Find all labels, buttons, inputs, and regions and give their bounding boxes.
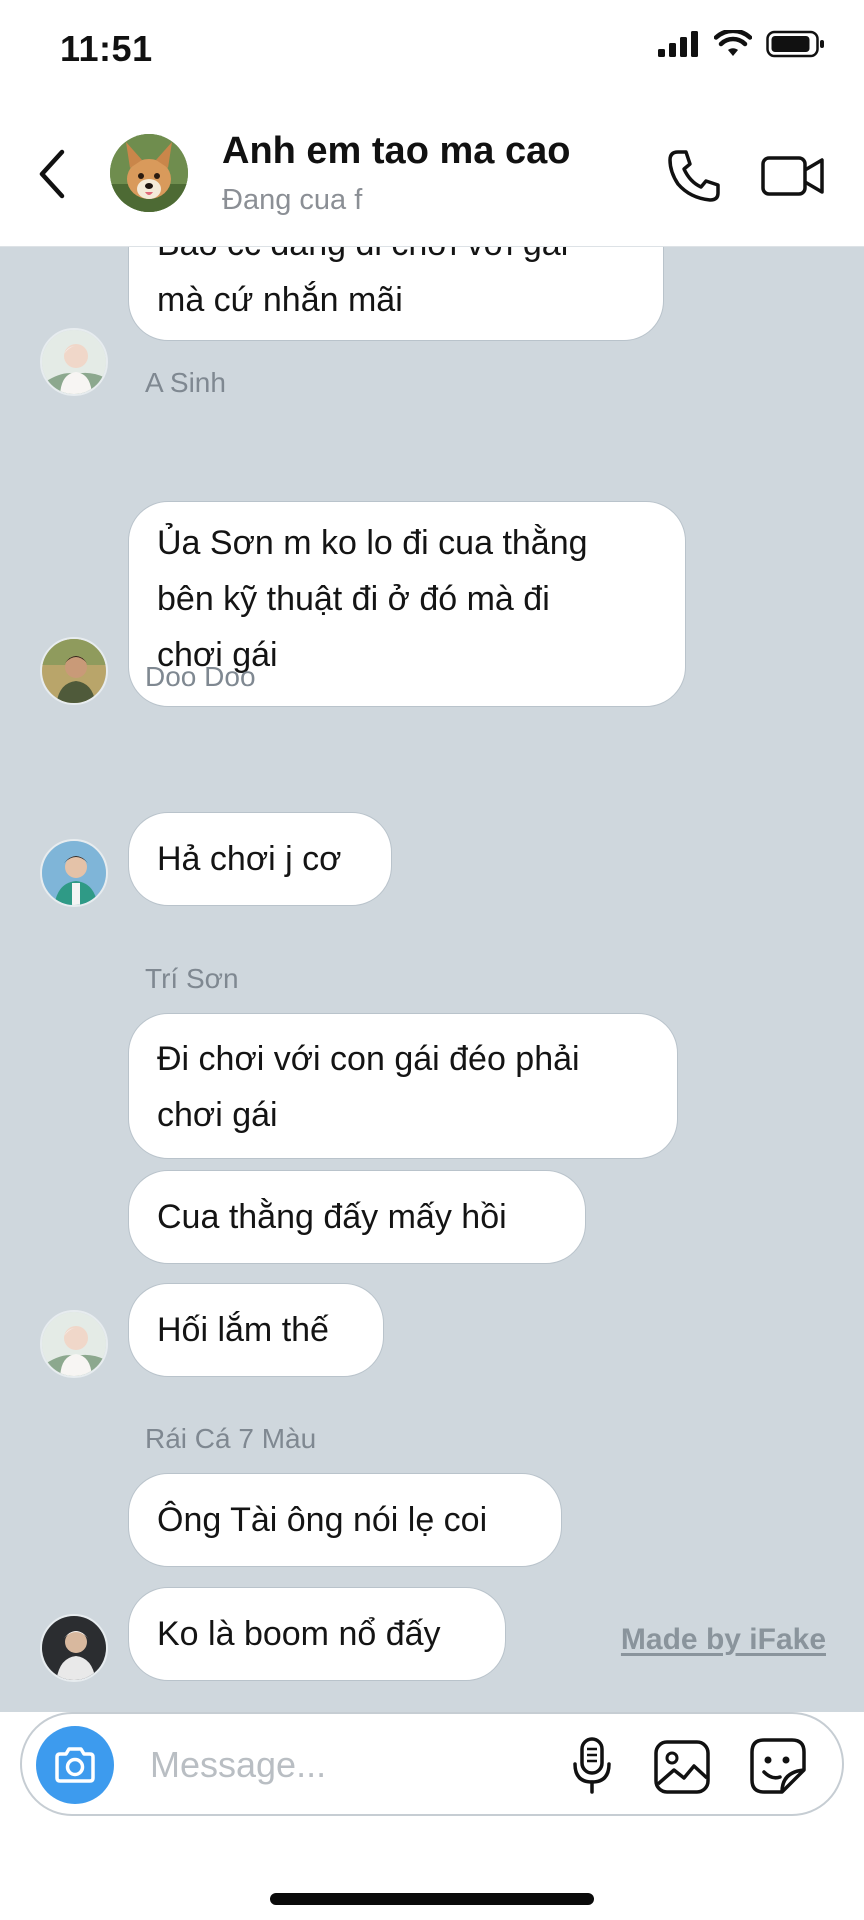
sender-name: Trí Sơn bbox=[145, 963, 239, 994]
sender-name: Doo Doo bbox=[145, 661, 256, 692]
typing-status: Đang cua f bbox=[222, 184, 363, 216]
sender-name: A Sinh bbox=[145, 367, 226, 398]
chat-title: Anh em tao ma cao bbox=[222, 130, 571, 172]
avatar-photo bbox=[42, 1616, 106, 1680]
avatar-photo bbox=[42, 1312, 106, 1376]
message-bubble[interactable]: Hối lắm thế bbox=[128, 1283, 384, 1377]
avatar-photo bbox=[42, 639, 106, 703]
message-text: mà cứ nhắn mãi bbox=[157, 281, 403, 319]
video-call-button[interactable] bbox=[760, 148, 826, 204]
camera-button[interactable] bbox=[36, 1726, 114, 1804]
message-list[interactable]: Báo cc đang đi chơi với gái mà cứ nhắn m… bbox=[0, 247, 864, 1712]
message-text: Ông Tài ông nói lẹ coi bbox=[157, 1501, 488, 1539]
status-icons bbox=[658, 30, 826, 58]
composer-area bbox=[0, 1712, 864, 1920]
message-text: chơi gái bbox=[157, 1096, 278, 1134]
message-text: Báo cc đang đi chơi với gái bbox=[157, 247, 635, 272]
message-bubble[interactable]: Ông Tài ông nói lẹ coi bbox=[128, 1473, 562, 1567]
status-time: 11:51 bbox=[60, 28, 153, 69]
corgi-photo bbox=[110, 134, 188, 212]
message-text: bên kỹ thuật đi ở đó mà đi bbox=[157, 580, 550, 618]
cellular-signal-icon bbox=[658, 31, 698, 57]
sender-name: Rái Cá 7 Màu bbox=[145, 1423, 317, 1454]
message-text: Hối lắm thế bbox=[157, 1311, 329, 1349]
group-avatar[interactable] bbox=[110, 134, 188, 212]
avatar-photo bbox=[42, 330, 106, 394]
wifi-icon bbox=[714, 30, 752, 56]
microphone-button[interactable] bbox=[568, 1736, 616, 1796]
photo-library-button[interactable] bbox=[652, 1736, 712, 1796]
home-indicator bbox=[270, 1893, 594, 1905]
chat-header: Anh em tao ma cao Đang cua f bbox=[0, 100, 864, 247]
message-text: Ko là boom nổ đấy bbox=[157, 1615, 441, 1653]
avatar[interactable] bbox=[40, 1614, 108, 1682]
message-bubble[interactable]: Hả chơi j cơ bbox=[128, 812, 392, 906]
battery-icon bbox=[766, 30, 824, 58]
message-input[interactable] bbox=[148, 1736, 452, 1794]
avatar-photo bbox=[42, 841, 106, 905]
avatar[interactable] bbox=[40, 637, 108, 705]
camera-icon bbox=[55, 1747, 95, 1783]
message-bubble[interactable]: Cua thằng đấy mấy hồi bbox=[128, 1170, 586, 1264]
avatar[interactable] bbox=[40, 839, 108, 907]
message-bubble[interactable]: Ko là boom nổ đấy bbox=[128, 1587, 506, 1681]
phone-call-button[interactable] bbox=[664, 146, 724, 206]
message-bubble[interactable]: Báo cc đang đi chơi với gái mà cứ nhắn m… bbox=[128, 247, 664, 341]
message-text: Ủa Sơn m ko lo đi cua thằng bbox=[157, 524, 588, 562]
message-text: Đi chơi với con gái đéo phải bbox=[157, 1040, 580, 1078]
message-bubble[interactable]: Đi chơi với con gái đéo phải chơi gái bbox=[128, 1013, 678, 1159]
message-text: Cua thằng đấy mấy hồi bbox=[157, 1198, 507, 1236]
avatar[interactable] bbox=[40, 1310, 108, 1378]
back-button[interactable] bbox=[32, 146, 72, 202]
message-composer bbox=[20, 1712, 844, 1816]
message-text: Hả chơi j cơ bbox=[157, 840, 342, 878]
watermark: Made by iFake bbox=[620, 1623, 826, 1656]
avatar[interactable] bbox=[40, 328, 108, 396]
sticker-button[interactable] bbox=[748, 1736, 808, 1796]
status-bar: 11:51 bbox=[0, 0, 864, 100]
